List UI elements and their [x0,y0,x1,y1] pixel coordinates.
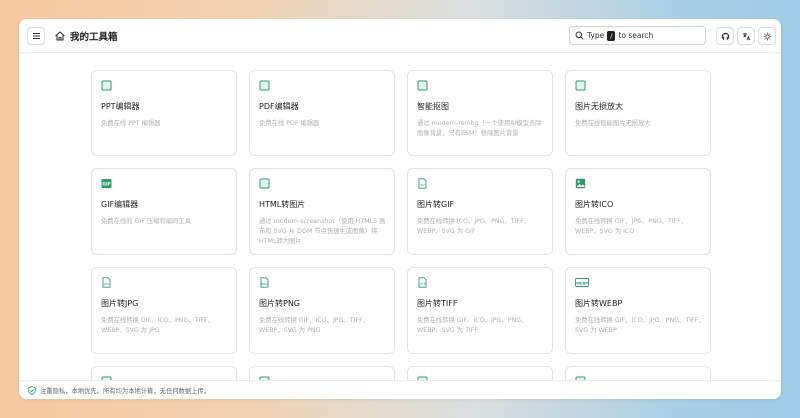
tool-description: 免费在线转换 GIF、ICO、PNG、TIFF、WEBP、SVG 为 JPG [101,317,214,334]
tool-card-image-upscale[interactable]: 图片无损放大 免费在线智能图片无损放大 [565,70,711,156]
tool-title: GIF编辑器 [101,200,139,209]
file-tiff-icon: TIFF [418,277,427,288]
tool-title: 图片转WEBP [575,299,623,308]
app-window: 我的工具箱 Type / to search PPT编辑器 免费在线 PPT 编… [19,19,781,399]
tool-card-html-to-image[interactable]: HTML转图片 通过 modern-screenshot（使用 HTML5 画布… [249,168,395,255]
tool-title: 图片转PNG [259,299,301,308]
github-button[interactable] [716,27,734,45]
tool-title: PDF编辑器 [259,102,299,111]
tool-description: 免费在线智能图片无损放大 [575,120,651,127]
gif-icon: GIF [101,179,112,188]
sun-icon [763,32,771,40]
webp-icon: WEBP [575,278,589,287]
tool-description: 通过 modern-rembg（一个使用AI模型去除图像背景，只有ESM）移除图… [417,120,542,137]
search-suffix: to search [618,31,654,40]
search-input[interactable]: Type / to search [569,26,706,45]
svg-text:GIF: GIF [420,183,425,187]
square-icon [417,80,428,91]
file-png-icon: PNG [260,277,269,288]
github-icon [721,32,729,40]
svg-text:JPG: JPG [103,282,110,286]
privacy-notice: 注重隐私，本地优先。所有均为本地计算，无任何数据上传。 [40,387,211,395]
home-icon [55,31,65,41]
menu-icon [32,33,40,39]
tool-card-image-to-gif[interactable]: GIF 图片转GIF 免费在线转换 ICO、JPG、PNG、TIFF、WEBP、… [407,168,553,255]
tool-card-ppt-editor[interactable]: PPT编辑器 免费在线 PPT 编辑器 [91,70,237,156]
tool-title: HTML转图片 [259,200,306,209]
tool-title: 图片转GIF [417,200,455,209]
svg-text:GIF: GIF [102,182,111,188]
square-icon [259,80,270,91]
tool-card-image-to-png[interactable]: PNG 图片转PNG 免费在线转换 GIF、ICO、JPG、TIFF、WEBP、… [249,267,395,354]
search-icon [575,31,584,40]
tool-title: 图片转TIFF [417,299,458,308]
tool-card-partial[interactable] [565,366,711,380]
tool-card-image-to-ico[interactable]: 图片转ICO 免费在线转换 GIF、JPG、PNG、TIFF、WEBP、SVG … [565,168,711,255]
tool-description: 免费在线 PDF 编辑器 [259,120,320,127]
tool-card-gif-editor[interactable]: GIF GIF编辑器 免费在线的 GIF 压缩和编码工具 [91,168,237,255]
tool-description: 免费在线转换 ICO、JPG、PNG、TIFF、WEBP、SVG 为 GIF [417,218,531,235]
tool-description: 通过 modern-screenshot（使用 HTML5 画布和 SVG 从 … [259,218,386,245]
image-icon [575,178,586,189]
footer: 注重隐私，本地优先。所有均为本地计算，无任何数据上传。 [19,380,781,399]
translate-button[interactable] [737,27,755,45]
tool-card-smart-cutout[interactable]: 智能抠图 通过 modern-rembg（一个使用AI模型去除图像背景，只有ES… [407,70,553,156]
translate-icon [742,32,750,40]
square-icon [259,178,270,189]
tool-grid: PPT编辑器 免费在线 PPT 编辑器 PDF编辑器 免费在线 PDF 编辑器 … [19,54,781,380]
svg-text:WEBP: WEBP [576,281,588,285]
tool-description: 免费在线转换 GIF、JPG、PNG、TIFF、WEBP、SVG 为 ICO [575,218,688,235]
tool-title: 智能抠图 [417,102,449,111]
search-shortcut-key: / [607,30,616,41]
square-icon [101,80,112,91]
svg-text:TIFF: TIFF [419,282,426,286]
app-title: 我的工具箱 [70,32,118,43]
tool-card-image-to-webp[interactable]: WEBP 图片转WEBP 免费在线转换 GIF、ICO、JPG、PNG、TIFF… [565,267,711,354]
tool-title: 图片转JPG [101,299,139,308]
tool-title: 图片无损放大 [575,102,623,111]
theme-toggle-button[interactable] [758,27,776,45]
tool-description: 免费在线的 GIF 压缩和编码工具 [101,218,191,225]
tool-title: PPT编辑器 [101,102,140,111]
tool-description: 免费在线转换 GIF、ICO、JPG、TIFF、WEBP、SVG 为 PNG [259,317,370,334]
tool-card-partial[interactable] [249,366,395,380]
tool-description: 免费在线转换 GIF、ICO、JPG、PNG、WEBP、SVG 为 TIFF [417,317,528,334]
brand[interactable]: 我的工具箱 [54,28,118,44]
square-icon [575,80,586,91]
shield-icon [28,385,36,395]
tool-description: 免费在线转换 GIF、ICO、JPG、PNG、TIFF、SVG 为 WEBP [575,317,705,334]
tool-description: 免费在线 PPT 编辑器 [101,120,161,127]
tool-card-partial[interactable] [407,366,553,380]
file-gif-icon: GIF [418,178,427,189]
tool-card-image-to-jpg[interactable]: JPG 图片转JPG 免费在线转换 GIF、ICO、PNG、TIFF、WEBP、… [91,267,237,354]
tool-card-partial[interactable] [91,366,237,380]
tool-title: 图片转ICO [575,200,614,209]
file-jpg-icon: JPG [102,277,111,288]
header: 我的工具箱 Type / to search [19,19,781,53]
svg-text:PNG: PNG [261,282,268,286]
tool-card-pdf-editor[interactable]: PDF编辑器 免费在线 PDF 编辑器 [249,70,395,156]
search-prefix: Type [587,31,605,40]
menu-button[interactable] [27,27,45,45]
tool-card-image-to-tiff[interactable]: TIFF 图片转TIFF 免费在线转换 GIF、ICO、JPG、PNG、WEBP… [407,267,553,354]
